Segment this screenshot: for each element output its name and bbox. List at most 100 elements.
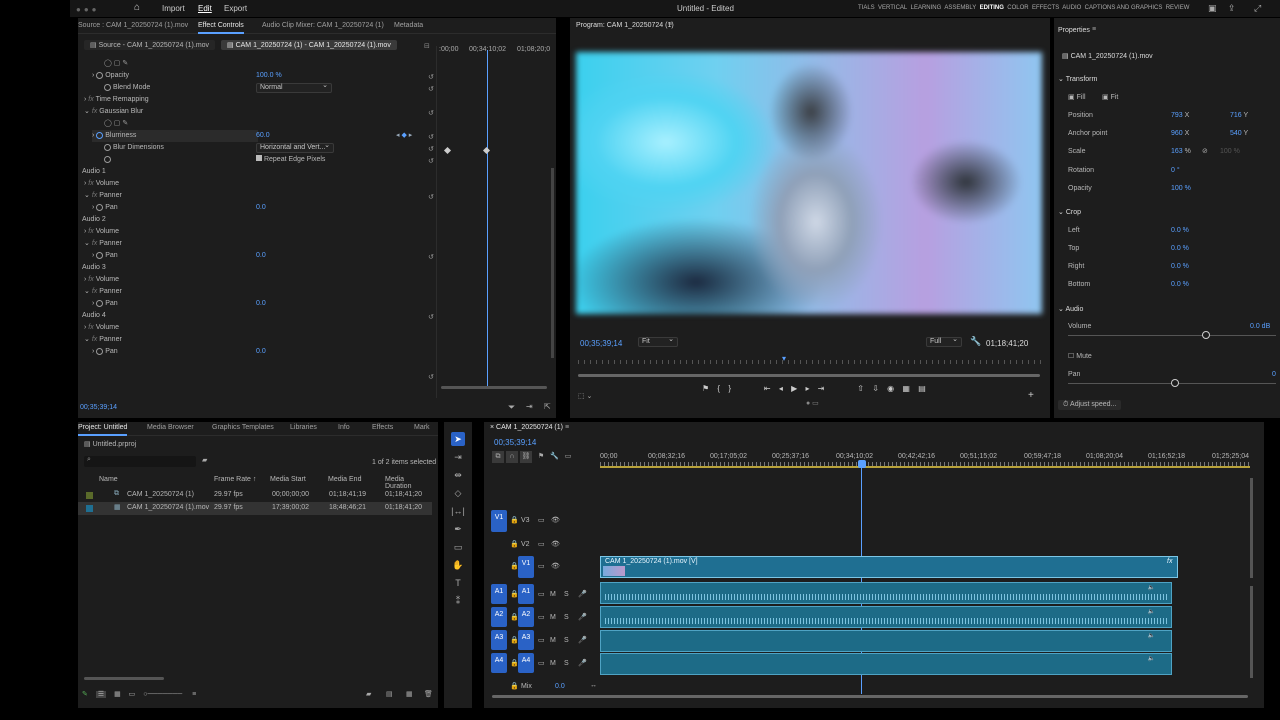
source-patch-a3[interactable]: A3	[491, 630, 507, 650]
audio3-pan[interactable]: › Pan	[92, 298, 118, 310]
step-back-icon[interactable]: ◂	[779, 384, 783, 393]
eye-icon[interactable]: 👁	[551, 540, 560, 548]
mute-button[interactable]: M	[550, 614, 556, 621]
tab-media-browser[interactable]: Media Browser	[147, 422, 194, 436]
audio3-panner[interactable]: ⌄ fx Panner	[84, 286, 122, 298]
caption-track-icon[interactable]: ▭	[565, 453, 572, 460]
adjust-speed-button[interactable]: ⏱ Adjust speed...	[1058, 400, 1122, 410]
pan-slider-thumb[interactable]	[1171, 379, 1179, 387]
crop-top-value[interactable]: 0.0 %	[1171, 245, 1189, 252]
mark-out-icon[interactable]: }	[728, 384, 731, 393]
ws-review[interactable]: REVIEW	[1166, 5, 1190, 11]
subtab-source[interactable]: ▤ Source - CAM 1_20250724 (1).mov	[84, 40, 216, 50]
audio-clip-a2[interactable]: 🔈	[600, 606, 1172, 628]
keyframe-2[interactable]	[482, 146, 491, 155]
sync-icon[interactable]: ▭	[538, 613, 545, 621]
folder-icon[interactable]: ▰	[366, 690, 371, 698]
track-target-a3[interactable]: A3	[518, 630, 534, 650]
table-row[interactable]: ▦ CAM 1_20250724 (1).mov 29.97 fps 17;39…	[78, 502, 432, 515]
timeline-settings-icon[interactable]: 🔧	[550, 453, 559, 460]
work-area-bar[interactable]	[600, 466, 1250, 468]
solo-button[interactable]: S	[564, 614, 569, 621]
razor-icon[interactable]: ◇	[451, 486, 465, 500]
mark-in-icon[interactable]: {	[717, 384, 720, 393]
quality-dropdown[interactable]: Full	[926, 336, 962, 347]
crop-left-value[interactable]: 0.0 %	[1171, 227, 1189, 234]
tab-source[interactable]: Source : CAM 1_20250724 (1).mov	[78, 18, 188, 34]
add-button-icon[interactable]: +	[1028, 390, 1034, 401]
col-name[interactable]: Name	[99, 476, 118, 483]
ec-scrollbar[interactable]	[441, 386, 547, 389]
selection-tool-icon[interactable]: ➤	[451, 432, 465, 446]
scale-value[interactable]: 163 %	[1171, 148, 1191, 155]
mic-icon[interactable]: 🎤	[578, 613, 587, 621]
zoom-dropdown[interactable]: Fit	[638, 336, 678, 347]
nav-import[interactable]: Import	[162, 4, 185, 13]
blurriness-value[interactable]: 60.0	[256, 132, 270, 139]
audio1-pan[interactable]: › Pan	[92, 202, 118, 214]
audio-clip-a3[interactable]: 🔈	[600, 630, 1172, 652]
audio2-volume[interactable]: › fx Volume	[84, 226, 119, 238]
source-patch-a1[interactable]: A1	[491, 584, 507, 604]
nav-export[interactable]: Export	[224, 4, 247, 13]
list-view-icon[interactable]: ☰	[95, 691, 107, 698]
ripple-edit-icon[interactable]: ⇹	[451, 468, 465, 482]
lock-icon[interactable]: 🔒	[510, 682, 519, 690]
add-marker-icon[interactable]: ⚑	[538, 453, 544, 460]
ec-playhead[interactable]	[487, 50, 488, 386]
safe-margins-icon[interactable]: ⬚ ⌄	[578, 392, 592, 400]
program-menu-icon[interactable]: ≡	[668, 21, 672, 28]
track-target-a1[interactable]: A1	[518, 584, 534, 604]
ws-effects[interactable]: EFFECTS	[1032, 5, 1059, 11]
crop-bottom-value[interactable]: 0.0 %	[1171, 281, 1189, 288]
mic-icon[interactable]: 🎤	[578, 590, 587, 598]
audio2-pan[interactable]: › Pan	[92, 250, 118, 262]
crop-right-value[interactable]: 0.0 %	[1171, 263, 1189, 270]
sync-icon[interactable]: ▭	[538, 636, 545, 644]
blur-mask-tools[interactable]: ◯ ▢ ✎	[104, 118, 128, 130]
time-remapping-row[interactable]: › fx Time Remapping	[84, 94, 149, 106]
marker-icon[interactable]: ⚑	[702, 384, 709, 393]
ws-assembly[interactable]: ASSEMBLY	[944, 5, 976, 11]
audio3-volume[interactable]: › fx Volume	[84, 274, 119, 286]
opacity-row[interactable]: › Opacity	[92, 70, 129, 82]
sync-icon[interactable]: ▭	[538, 659, 545, 667]
home-icon[interactable]: ⌂	[134, 2, 140, 13]
label-color-swatch[interactable]	[86, 505, 93, 512]
volume-slider[interactable]	[1068, 335, 1276, 336]
go-in-icon[interactable]: ⇤	[764, 384, 771, 393]
zoom-slider[interactable]: ○───────	[143, 691, 182, 698]
subtab-sequence-clip[interactable]: ▤ CAM 1_20250724 (1) - CAM 1_20250724 (1…	[221, 40, 397, 50]
audio2-pan-value[interactable]: 0.0	[256, 252, 266, 259]
new-item-icon[interactable]: ▤	[386, 690, 393, 698]
tab-effect-controls[interactable]: Effect Controls	[198, 18, 244, 34]
icon-view-icon[interactable]: ▦	[114, 691, 121, 698]
vr-icon[interactable]: ● ▭	[806, 399, 819, 407]
mute-button[interactable]: M	[550, 660, 556, 667]
ec-export-icon[interactable]: ⇱	[544, 402, 551, 411]
share-icon[interactable]: ⇪	[1228, 3, 1236, 14]
ws-vertical[interactable]: VERTICAL	[878, 5, 907, 11]
lock-icon[interactable]: 🔒	[510, 516, 519, 524]
filter-icon[interactable]: ⏷	[508, 402, 515, 413]
ws-captions[interactable]: CAPTIONS AND GRAPHICS	[1085, 5, 1163, 11]
mute-checkbox[interactable]: ☐ Mute	[1068, 352, 1092, 360]
source-patch-a2[interactable]: A2	[491, 607, 507, 627]
pen-icon[interactable]: ✒	[451, 522, 465, 536]
tab-info[interactable]: Info	[338, 422, 350, 436]
program-playhead-marker[interactable]: ▾	[782, 354, 786, 363]
audio-header[interactable]: ⌄ Audio	[1058, 305, 1083, 313]
solo-button[interactable]: S	[564, 637, 569, 644]
gaussian-blur-row[interactable]: ⌄ fx Gaussian Blur	[84, 106, 143, 118]
reset-icons[interactable]: ↺ ↺ ↺ ↺ ↺ ↺ ↺ ↺ ↺ ↺	[428, 72, 434, 384]
lock-icon[interactable]: 🔒	[510, 540, 519, 548]
ec-settings-icon[interactable]: ⇥	[526, 402, 533, 411]
fill-option[interactable]: ▣ Fill	[1068, 93, 1086, 101]
eye-icon[interactable]: 👁	[551, 562, 560, 570]
source-patch-a4[interactable]: A4	[491, 653, 507, 673]
timeline-timecode[interactable]: 00;35;39;14	[494, 438, 536, 447]
tab-metadata[interactable]: Metadata	[394, 18, 423, 34]
program-video-frame[interactable]	[576, 52, 1042, 314]
mix-width-icon[interactable]: ↔	[590, 682, 597, 689]
opacity-value[interactable]: 100.0 %	[256, 72, 282, 79]
